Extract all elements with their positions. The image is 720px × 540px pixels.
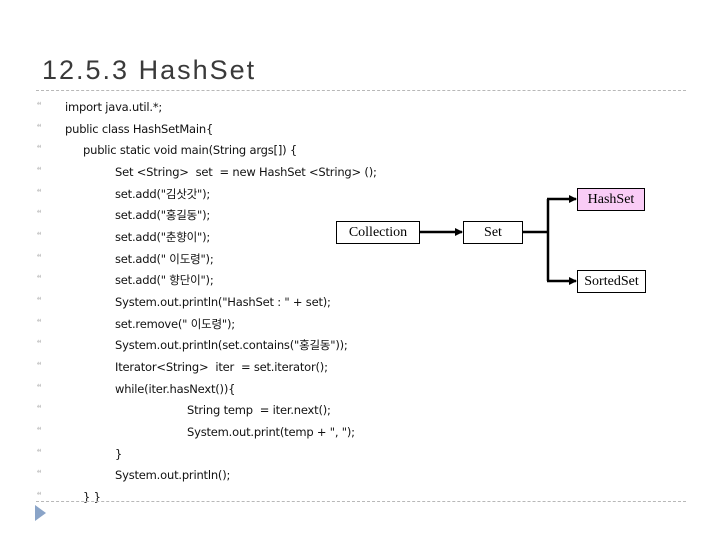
bullet-quote-icon: “ — [37, 187, 42, 199]
code-text: Iterator<String> iter = set.iterator(); — [115, 360, 328, 375]
bullet-quote-icon: “ — [37, 231, 42, 243]
code-line: “ Set <String> set = new HashSet <String>… — [0, 162, 720, 182]
bullet-quote-icon: “ — [37, 382, 42, 394]
bullet-quote-icon: “ — [37, 144, 42, 156]
code-text: System.out.print(temp + ", "); — [187, 425, 355, 440]
play-triangle-icon — [35, 505, 46, 521]
code-line: “} — [0, 444, 720, 464]
code-line: “ System.out.println("HashSet : " + set); — [0, 292, 720, 312]
code-line: “ Iterator<String> iter = set.iterator(); — [0, 357, 720, 377]
code-line: “ System.out.println(set.contains("홍길동"))… — [0, 335, 720, 355]
node-collection: Collection — [336, 221, 420, 244]
code-text: set.add(" 향단이"); — [115, 273, 214, 288]
code-line: “ System.out.print(temp + ", "); — [0, 422, 720, 442]
code-text: while(iter.hasNext()){ — [115, 381, 236, 396]
bullet-quote-icon: “ — [37, 469, 42, 481]
code-line: “ import java.util.*; — [0, 97, 720, 117]
title-divider — [36, 90, 686, 91]
code-line: “ while(iter.hasNext()){ — [0, 379, 720, 399]
bullet-quote-icon: “ — [37, 209, 42, 221]
bullet-quote-icon: “ — [37, 404, 42, 416]
code-line: “ String temp = iter.next(); — [0, 400, 720, 420]
code-text: System.out.println(set.contains("홍길동")); — [115, 338, 348, 353]
bullet-quote-icon: “ — [37, 361, 42, 373]
code-line: “ System.out.println(); — [0, 465, 720, 485]
bullet-quote-icon: “ — [37, 426, 42, 438]
code-text: } } — [83, 490, 101, 505]
node-hashset: HashSet — [577, 188, 645, 211]
code-text: String temp = iter.next(); — [187, 403, 331, 418]
bullet-quote-icon: “ — [37, 296, 42, 308]
code-text: System.out.println(); — [115, 468, 231, 483]
code-text: set.remove(" 이도령"); — [115, 316, 235, 331]
code-text: set.add("춘향이"); — [115, 230, 211, 245]
bullet-quote-icon: “ — [37, 447, 42, 459]
slide-title: 12.5.3 HashSet — [42, 55, 257, 85]
code-text: public class HashSetMain{ — [65, 121, 214, 136]
code-line: “ public static void main(String args[]) … — [0, 140, 720, 160]
code-text: public static void main(String args[]) { — [83, 143, 297, 158]
code-line: “} } — [0, 487, 720, 507]
node-set: Set — [463, 221, 523, 244]
code-text: System.out.println("HashSet : " + set); — [115, 295, 331, 310]
code-line: “ set.add(" 이도령"); — [0, 249, 720, 269]
node-sortedset: SortedSet — [577, 270, 646, 293]
code-text: set.add("홍길동"); — [115, 208, 211, 223]
bullet-quote-icon: “ — [37, 252, 42, 264]
bullet-quote-icon: “ — [37, 122, 42, 134]
bullet-quote-icon: “ — [37, 317, 42, 329]
bullet-quote-icon: “ — [37, 339, 42, 351]
code-text: set.add("김삿갓"); — [115, 186, 211, 201]
footer-divider — [36, 501, 686, 502]
code-text: import java.util.*; — [65, 100, 163, 114]
code-line: “ set.remove(" 이도령"); — [0, 314, 720, 334]
code-text: Set <String> set = new HashSet <String> … — [115, 165, 377, 179]
bullet-quote-icon: “ — [37, 101, 42, 112]
code-text: set.add(" 이도령"); — [115, 251, 214, 266]
bullet-quote-icon: “ — [37, 166, 42, 177]
code-text: } — [115, 446, 123, 461]
code-line: “ public class HashSetMain{ — [0, 119, 720, 139]
bullet-quote-icon: “ — [37, 274, 42, 286]
